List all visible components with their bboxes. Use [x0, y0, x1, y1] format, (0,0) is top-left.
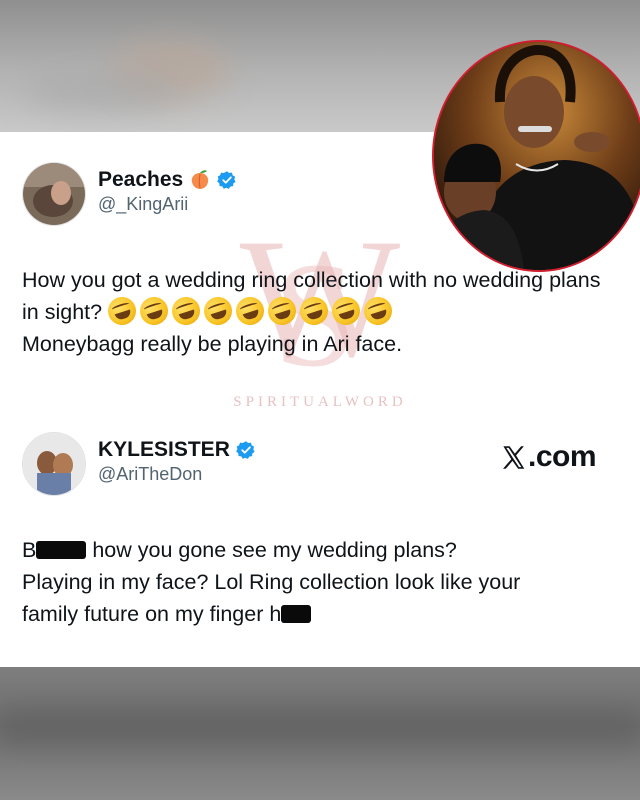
avatar[interactable] [22, 432, 86, 496]
rolling-on-floor-laughing-emoji-icon [232, 293, 268, 329]
tweet-text: How you got a wedding ring collection wi… [22, 264, 622, 360]
redaction-block [36, 541, 87, 559]
tweet-text-prefix: B [22, 538, 37, 562]
user-handle[interactable]: @AriTheDon [98, 464, 202, 485]
tweet-text-line: family future on my finger h [22, 602, 282, 626]
source-label: .com [500, 440, 597, 474]
background-blur-shape [20, 70, 180, 110]
avatar[interactable] [22, 162, 86, 226]
tweet-text-line: Moneybagg really be playing in Ari face. [22, 332, 403, 356]
couple-photo-image [434, 42, 640, 270]
tweet-text: B how you gone see my wedding plans? Pla… [22, 534, 622, 630]
display-name-text[interactable]: KYLESISTER [98, 438, 230, 462]
user-handle[interactable]: @_KingArii [98, 194, 188, 215]
rolling-on-floor-laughing-emoji-icon [360, 293, 396, 329]
display-name[interactable]: Peaches [98, 168, 237, 192]
rolling-on-floor-laughing-emoji-icon [328, 293, 364, 329]
rolling-on-floor-laughing-emoji-icon [168, 293, 204, 329]
rolling-on-floor-laughing-emoji-icon [200, 293, 236, 329]
watermark-text: SPIRITUALWORD [233, 394, 407, 410]
photo-inset [432, 40, 640, 272]
rolling-on-floor-laughing-emoji-icon [264, 293, 300, 329]
verified-badge-icon [236, 441, 255, 459]
x-logo-icon [503, 445, 525, 469]
source-domain-text: .com [528, 440, 597, 473]
rolling-on-floor-laughing-emoji-icon [296, 293, 332, 329]
redaction-block [281, 605, 312, 623]
peach-emoji-icon [192, 170, 209, 189]
rolling-on-floor-laughing-emoji-icon [136, 293, 172, 329]
verified-badge-icon [217, 171, 236, 189]
tweet-text-line: Playing in my face? Lol Ring collection … [22, 570, 521, 594]
background-blur-shape [0, 707, 640, 747]
tweet-text-line: how you gone see my wedding plans? [92, 538, 457, 562]
blurred-background-bottom [0, 667, 640, 800]
display-name[interactable]: KYLESISTER [98, 438, 256, 462]
display-name-text[interactable]: Peaches [98, 168, 183, 192]
rolling-on-floor-laughing-emoji-icon [104, 293, 140, 329]
